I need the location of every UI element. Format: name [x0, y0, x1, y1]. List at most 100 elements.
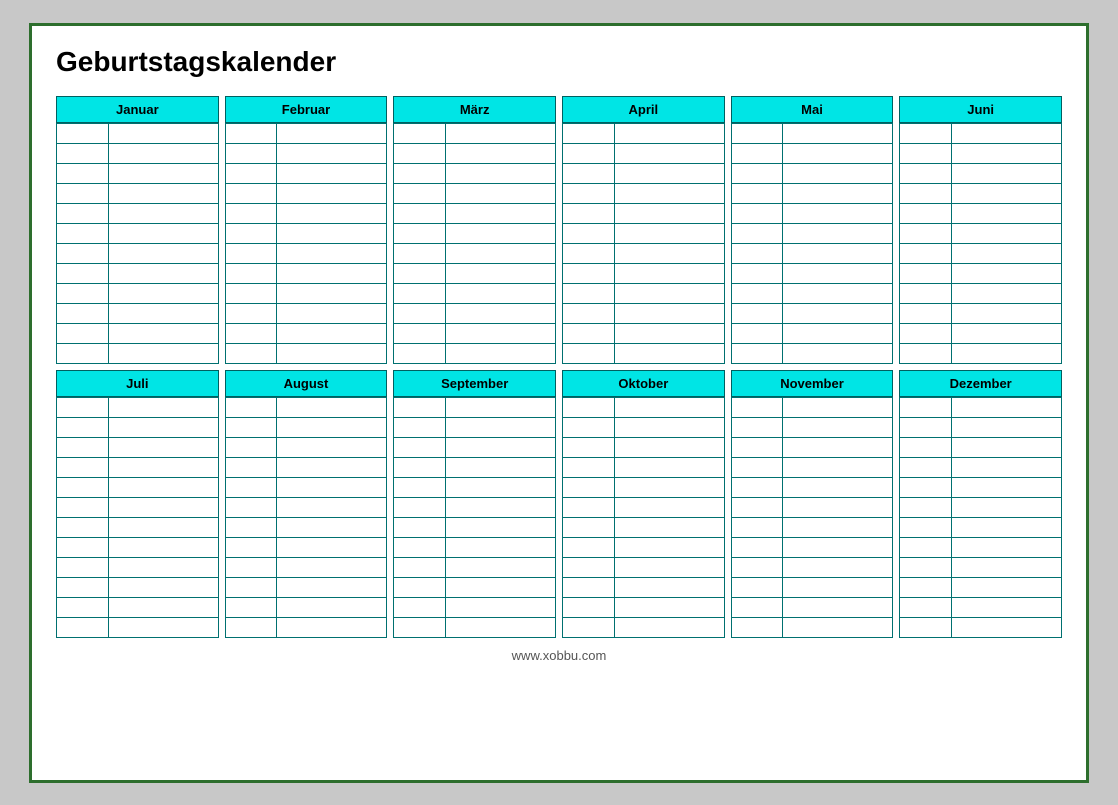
name-cell[interactable]: [783, 477, 893, 497]
day-cell[interactable]: [57, 437, 109, 457]
day-cell[interactable]: [394, 597, 446, 617]
day-cell[interactable]: [57, 557, 109, 577]
name-cell[interactable]: [952, 283, 1062, 303]
name-cell[interactable]: [783, 537, 893, 557]
name-cell[interactable]: [952, 497, 1062, 517]
day-cell[interactable]: [394, 323, 446, 343]
name-cell[interactable]: [277, 203, 387, 223]
name-cell[interactable]: [446, 537, 556, 557]
day-cell[interactable]: [900, 303, 952, 323]
name-cell[interactable]: [446, 143, 556, 163]
name-cell[interactable]: [952, 457, 1062, 477]
day-cell[interactable]: [900, 283, 952, 303]
day-cell[interactable]: [900, 397, 952, 417]
day-cell[interactable]: [731, 517, 783, 537]
name-cell[interactable]: [446, 343, 556, 363]
day-cell[interactable]: [731, 617, 783, 637]
name-cell[interactable]: [446, 223, 556, 243]
day-cell[interactable]: [900, 597, 952, 617]
name-cell[interactable]: [783, 397, 893, 417]
name-cell[interactable]: [952, 537, 1062, 557]
name-cell[interactable]: [783, 123, 893, 143]
day-cell[interactable]: [563, 577, 615, 597]
day-cell[interactable]: [731, 557, 783, 577]
name-cell[interactable]: [614, 283, 724, 303]
day-cell[interactable]: [57, 223, 109, 243]
day-cell[interactable]: [731, 243, 783, 263]
name-cell[interactable]: [277, 243, 387, 263]
day-cell[interactable]: [900, 417, 952, 437]
name-cell[interactable]: [952, 517, 1062, 537]
name-cell[interactable]: [783, 143, 893, 163]
day-cell[interactable]: [57, 163, 109, 183]
day-cell[interactable]: [563, 283, 615, 303]
day-cell[interactable]: [563, 183, 615, 203]
day-cell[interactable]: [563, 557, 615, 577]
name-cell[interactable]: [952, 437, 1062, 457]
name-cell[interactable]: [108, 597, 218, 617]
name-cell[interactable]: [783, 497, 893, 517]
name-cell[interactable]: [783, 577, 893, 597]
day-cell[interactable]: [57, 497, 109, 517]
name-cell[interactable]: [614, 617, 724, 637]
name-cell[interactable]: [277, 163, 387, 183]
day-cell[interactable]: [731, 597, 783, 617]
name-cell[interactable]: [108, 243, 218, 263]
name-cell[interactable]: [783, 323, 893, 343]
day-cell[interactable]: [731, 203, 783, 223]
day-cell[interactable]: [731, 457, 783, 477]
name-cell[interactable]: [783, 457, 893, 477]
name-cell[interactable]: [952, 617, 1062, 637]
name-cell[interactable]: [614, 437, 724, 457]
name-cell[interactable]: [952, 557, 1062, 577]
day-cell[interactable]: [731, 537, 783, 557]
name-cell[interactable]: [952, 597, 1062, 617]
day-cell[interactable]: [57, 417, 109, 437]
name-cell[interactable]: [783, 283, 893, 303]
name-cell[interactable]: [446, 457, 556, 477]
name-cell[interactable]: [108, 437, 218, 457]
day-cell[interactable]: [57, 597, 109, 617]
name-cell[interactable]: [108, 617, 218, 637]
day-cell[interactable]: [225, 323, 277, 343]
day-cell[interactable]: [394, 537, 446, 557]
day-cell[interactable]: [563, 417, 615, 437]
day-cell[interactable]: [57, 537, 109, 557]
name-cell[interactable]: [446, 163, 556, 183]
day-cell[interactable]: [57, 577, 109, 597]
day-cell[interactable]: [563, 343, 615, 363]
name-cell[interactable]: [446, 417, 556, 437]
day-cell[interactable]: [563, 263, 615, 283]
day-cell[interactable]: [394, 497, 446, 517]
day-cell[interactable]: [731, 397, 783, 417]
name-cell[interactable]: [108, 263, 218, 283]
name-cell[interactable]: [108, 203, 218, 223]
day-cell[interactable]: [900, 577, 952, 597]
name-cell[interactable]: [446, 517, 556, 537]
day-cell[interactable]: [900, 123, 952, 143]
day-cell[interactable]: [731, 123, 783, 143]
day-cell[interactable]: [563, 537, 615, 557]
day-cell[interactable]: [57, 343, 109, 363]
day-cell[interactable]: [225, 477, 277, 497]
day-cell[interactable]: [563, 143, 615, 163]
name-cell[interactable]: [952, 203, 1062, 223]
name-cell[interactable]: [614, 163, 724, 183]
day-cell[interactable]: [731, 497, 783, 517]
name-cell[interactable]: [108, 223, 218, 243]
name-cell[interactable]: [108, 577, 218, 597]
day-cell[interactable]: [225, 557, 277, 577]
name-cell[interactable]: [952, 343, 1062, 363]
day-cell[interactable]: [57, 123, 109, 143]
day-cell[interactable]: [731, 183, 783, 203]
day-cell[interactable]: [225, 163, 277, 183]
name-cell[interactable]: [277, 143, 387, 163]
name-cell[interactable]: [108, 417, 218, 437]
name-cell[interactable]: [952, 303, 1062, 323]
name-cell[interactable]: [783, 557, 893, 577]
name-cell[interactable]: [277, 557, 387, 577]
day-cell[interactable]: [225, 437, 277, 457]
name-cell[interactable]: [446, 243, 556, 263]
name-cell[interactable]: [952, 143, 1062, 163]
name-cell[interactable]: [783, 263, 893, 283]
